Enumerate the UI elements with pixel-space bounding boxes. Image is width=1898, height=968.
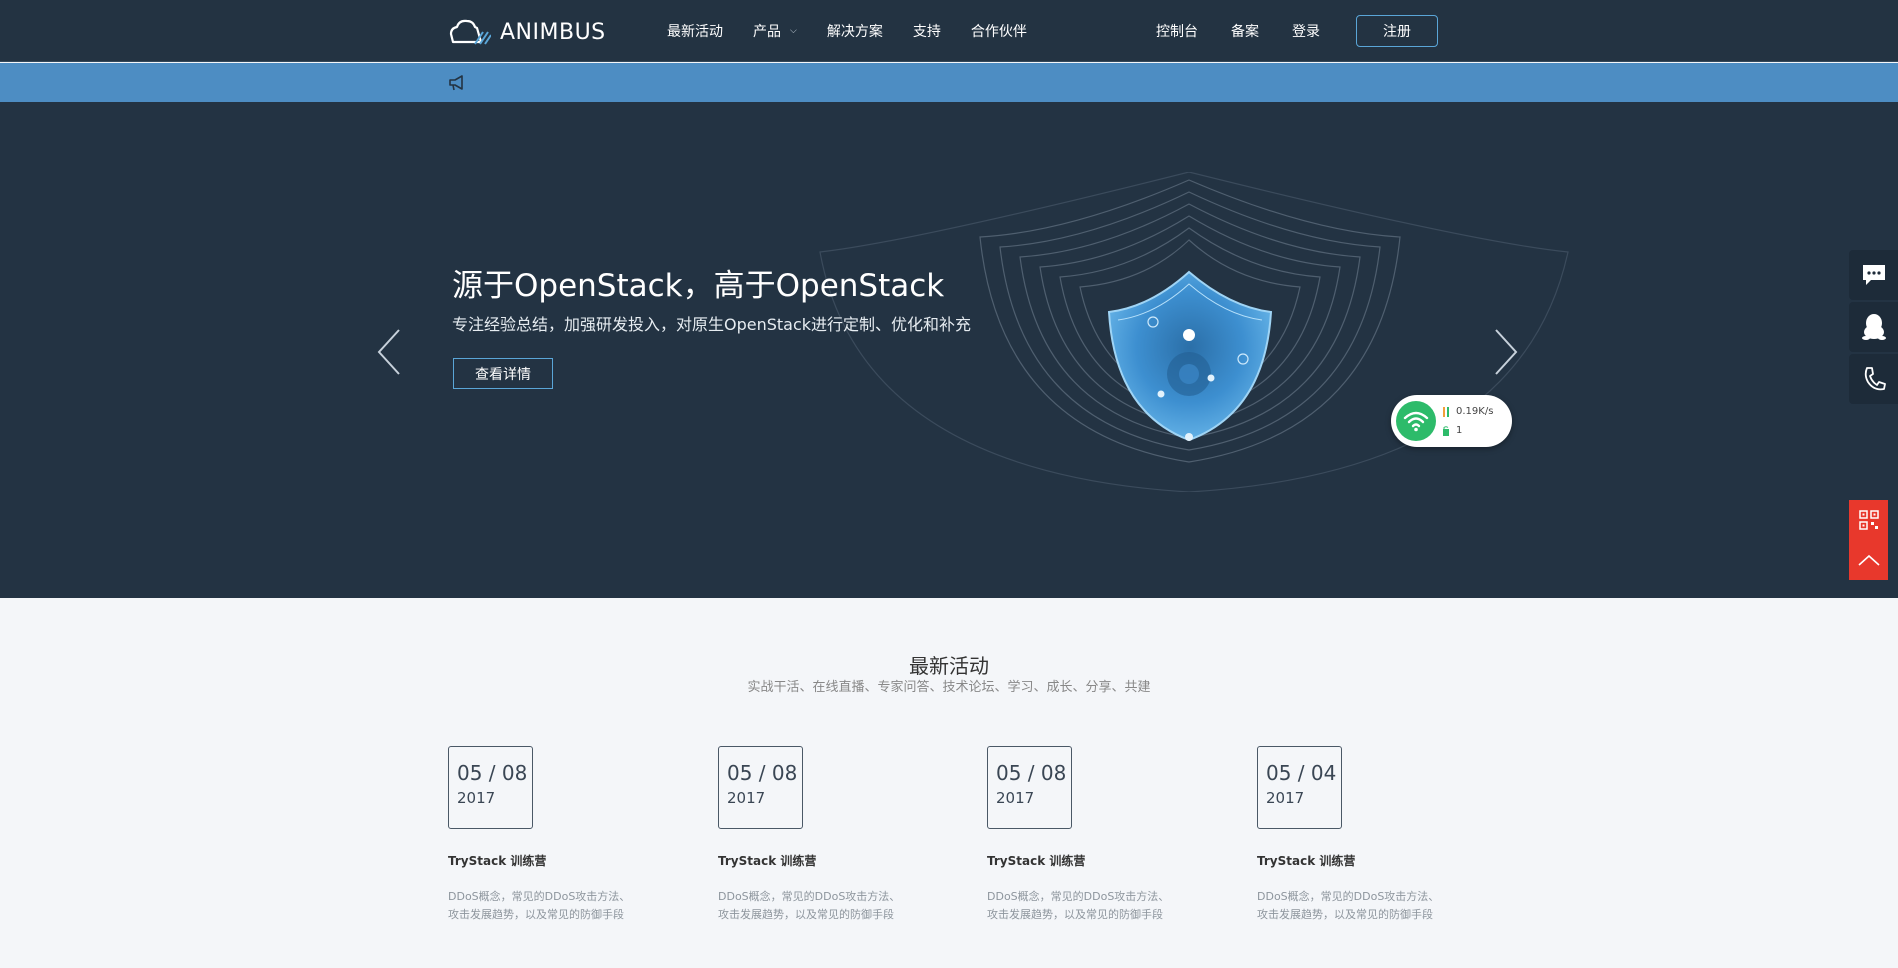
qr-code-icon — [1858, 510, 1879, 530]
date-month-day: 05 / 04 — [1266, 761, 1337, 785]
date-year: 2017 — [727, 789, 766, 807]
notice-bar — [0, 63, 1898, 102]
hero-subtitle: 专注经验总结，加强研发投入，对原生OpenStack进行定制、优化和补充 — [452, 315, 972, 334]
nav-label: 解决方案 — [826, 24, 883, 40]
nav-support[interactable]: 支持 — [913, 21, 941, 41]
description-line: DDoS概念，常见的DDoS攻击方法、 — [987, 890, 1170, 903]
description-line: DDoS概念，常见的DDoS攻击方法、 — [718, 890, 901, 903]
top-header: ANIMBUS 最新活动 产品 ⌵ 解决方案 支持 合作伙伴 控制台 备案 登录 … — [0, 0, 1898, 62]
nav-latest-activities[interactable]: 最新活动 — [667, 21, 723, 41]
description-line: 攻击发展趋势，以及常见的防御手段 — [987, 908, 1163, 921]
nav-label: 产品 — [753, 24, 781, 40]
qq-button[interactable] — [1849, 302, 1898, 352]
date-month-day: 05 / 08 — [996, 761, 1067, 785]
chat-button[interactable] — [1849, 250, 1898, 300]
nav-label: 支持 — [912, 24, 941, 40]
date-badge: 05 / 04 2017 — [1257, 746, 1342, 829]
logo[interactable]: ANIMBUS — [447, 15, 606, 49]
date-badge: 05 / 08 2017 — [448, 746, 533, 829]
date-year: 2017 — [457, 789, 496, 807]
activity-title[interactable]: TryStack 训练营 — [448, 852, 668, 869]
qq-penguin-icon — [1861, 314, 1886, 340]
nav-label: 最新活动 — [667, 24, 723, 40]
chevron-down-icon: ⌵ — [790, 26, 797, 36]
nav-products[interactable]: 产品 ⌵ — [753, 21, 797, 41]
view-details-button[interactable]: 查看详情 — [453, 358, 553, 389]
phone-icon — [1864, 367, 1886, 391]
date-month-day: 05 / 08 — [727, 761, 798, 785]
hero-title: 源于OpenStack，高于OpenStack — [452, 268, 945, 304]
speed-info: 0.19K/s 1 — [1442, 402, 1493, 440]
account-nav: 控制台 备案 登录 — [1156, 0, 1353, 62]
activity-card[interactable]: 05 / 08 2017 TryStack 训练营 DDoS概念，常见的DDoS… — [448, 746, 668, 924]
qr-code-button[interactable] — [1849, 500, 1888, 540]
description-line: DDoS概念，常见的DDoS攻击方法、 — [448, 890, 631, 903]
network-speed-widget[interactable]: 0.19K/s 1 — [1391, 395, 1512, 447]
description-line: 攻击发展趋势，以及常见的防御手段 — [448, 908, 624, 921]
date-year: 2017 — [996, 789, 1035, 807]
console-link[interactable]: 控制台 — [1156, 21, 1198, 41]
logo-text: ANIMBUS — [500, 19, 606, 45]
back-to-top-icon — [1857, 554, 1880, 566]
device-count: 1 — [1456, 425, 1463, 436]
activity-card[interactable]: 05 / 04 2017 TryStack 训练营 DDoS概念，常见的DDoS… — [1257, 746, 1477, 924]
transfer-arrows-icon — [1443, 406, 1449, 417]
date-year: 2017 — [1266, 789, 1305, 807]
activities-title: 最新活动 — [909, 654, 989, 678]
date-badge: 05 / 08 2017 — [987, 746, 1072, 829]
activity-title[interactable]: TryStack 训练营 — [987, 852, 1207, 869]
wifi-icon — [1396, 401, 1436, 441]
activities-subtitle: 实战干活、在线直播、专家问答、技术论坛、学习、成长、分享、共建 — [747, 680, 1151, 695]
activity-description: DDoS概念，常见的DDoS攻击方法、 攻击发展趋势，以及常见的防御手段 — [1257, 888, 1477, 924]
chevron-right-icon[interactable] — [1490, 328, 1520, 376]
chevron-left-icon[interactable] — [375, 328, 405, 376]
activity-title[interactable]: TryStack 训练营 — [1257, 852, 1477, 869]
activity-description: DDoS概念，常见的DDoS攻击方法、 攻击发展趋势，以及常见的防御手段 — [718, 888, 938, 924]
main-nav: 最新活动 产品 ⌵ 解决方案 支持 合作伙伴 — [667, 0, 1057, 62]
activity-card[interactable]: 05 / 08 2017 TryStack 训练营 DDoS概念，常见的DDoS… — [987, 746, 1207, 924]
device-icon — [1443, 425, 1449, 436]
date-badge: 05 / 08 2017 — [718, 746, 803, 829]
register-button[interactable]: 注册 — [1356, 15, 1438, 47]
megaphone-icon — [449, 75, 463, 91]
activity-description: DDoS概念，常见的DDoS攻击方法、 攻击发展趋势，以及常见的防御手段 — [448, 888, 668, 924]
activity-card[interactable]: 05 / 08 2017 TryStack 训练营 DDoS概念，常见的DDoS… — [718, 746, 938, 924]
nav-label: 合作伙伴 — [970, 24, 1027, 40]
description-line: DDoS概念，常见的DDoS攻击方法、 — [1257, 890, 1440, 903]
speed-value: 0.19K/s — [1456, 406, 1494, 417]
nav-solutions[interactable]: 解决方案 — [827, 21, 883, 41]
date-month-day: 05 / 08 — [457, 761, 528, 785]
chat-icon — [1862, 265, 1885, 285]
side-utility-panel — [1849, 500, 1888, 580]
activity-description: DDoS概念，常见的DDoS攻击方法、 攻击发展趋势，以及常见的防御手段 — [987, 888, 1207, 924]
filing-link[interactable]: 备案 — [1231, 21, 1259, 41]
hero-banner: 源于OpenStack，高于OpenStack 专注经验总结，加强研发投入，对原… — [0, 102, 1898, 598]
login-link[interactable]: 登录 — [1292, 21, 1320, 41]
description-line: 攻击发展趋势，以及常见的防御手段 — [718, 908, 894, 921]
activity-title[interactable]: TryStack 训练营 — [718, 852, 938, 869]
nav-partners[interactable]: 合作伙伴 — [971, 21, 1027, 41]
back-to-top-button[interactable] — [1849, 540, 1888, 580]
phone-button[interactable] — [1849, 354, 1898, 404]
description-line: 攻击发展趋势，以及常见的防御手段 — [1257, 908, 1433, 921]
cloud-logo-icon — [449, 19, 491, 45]
